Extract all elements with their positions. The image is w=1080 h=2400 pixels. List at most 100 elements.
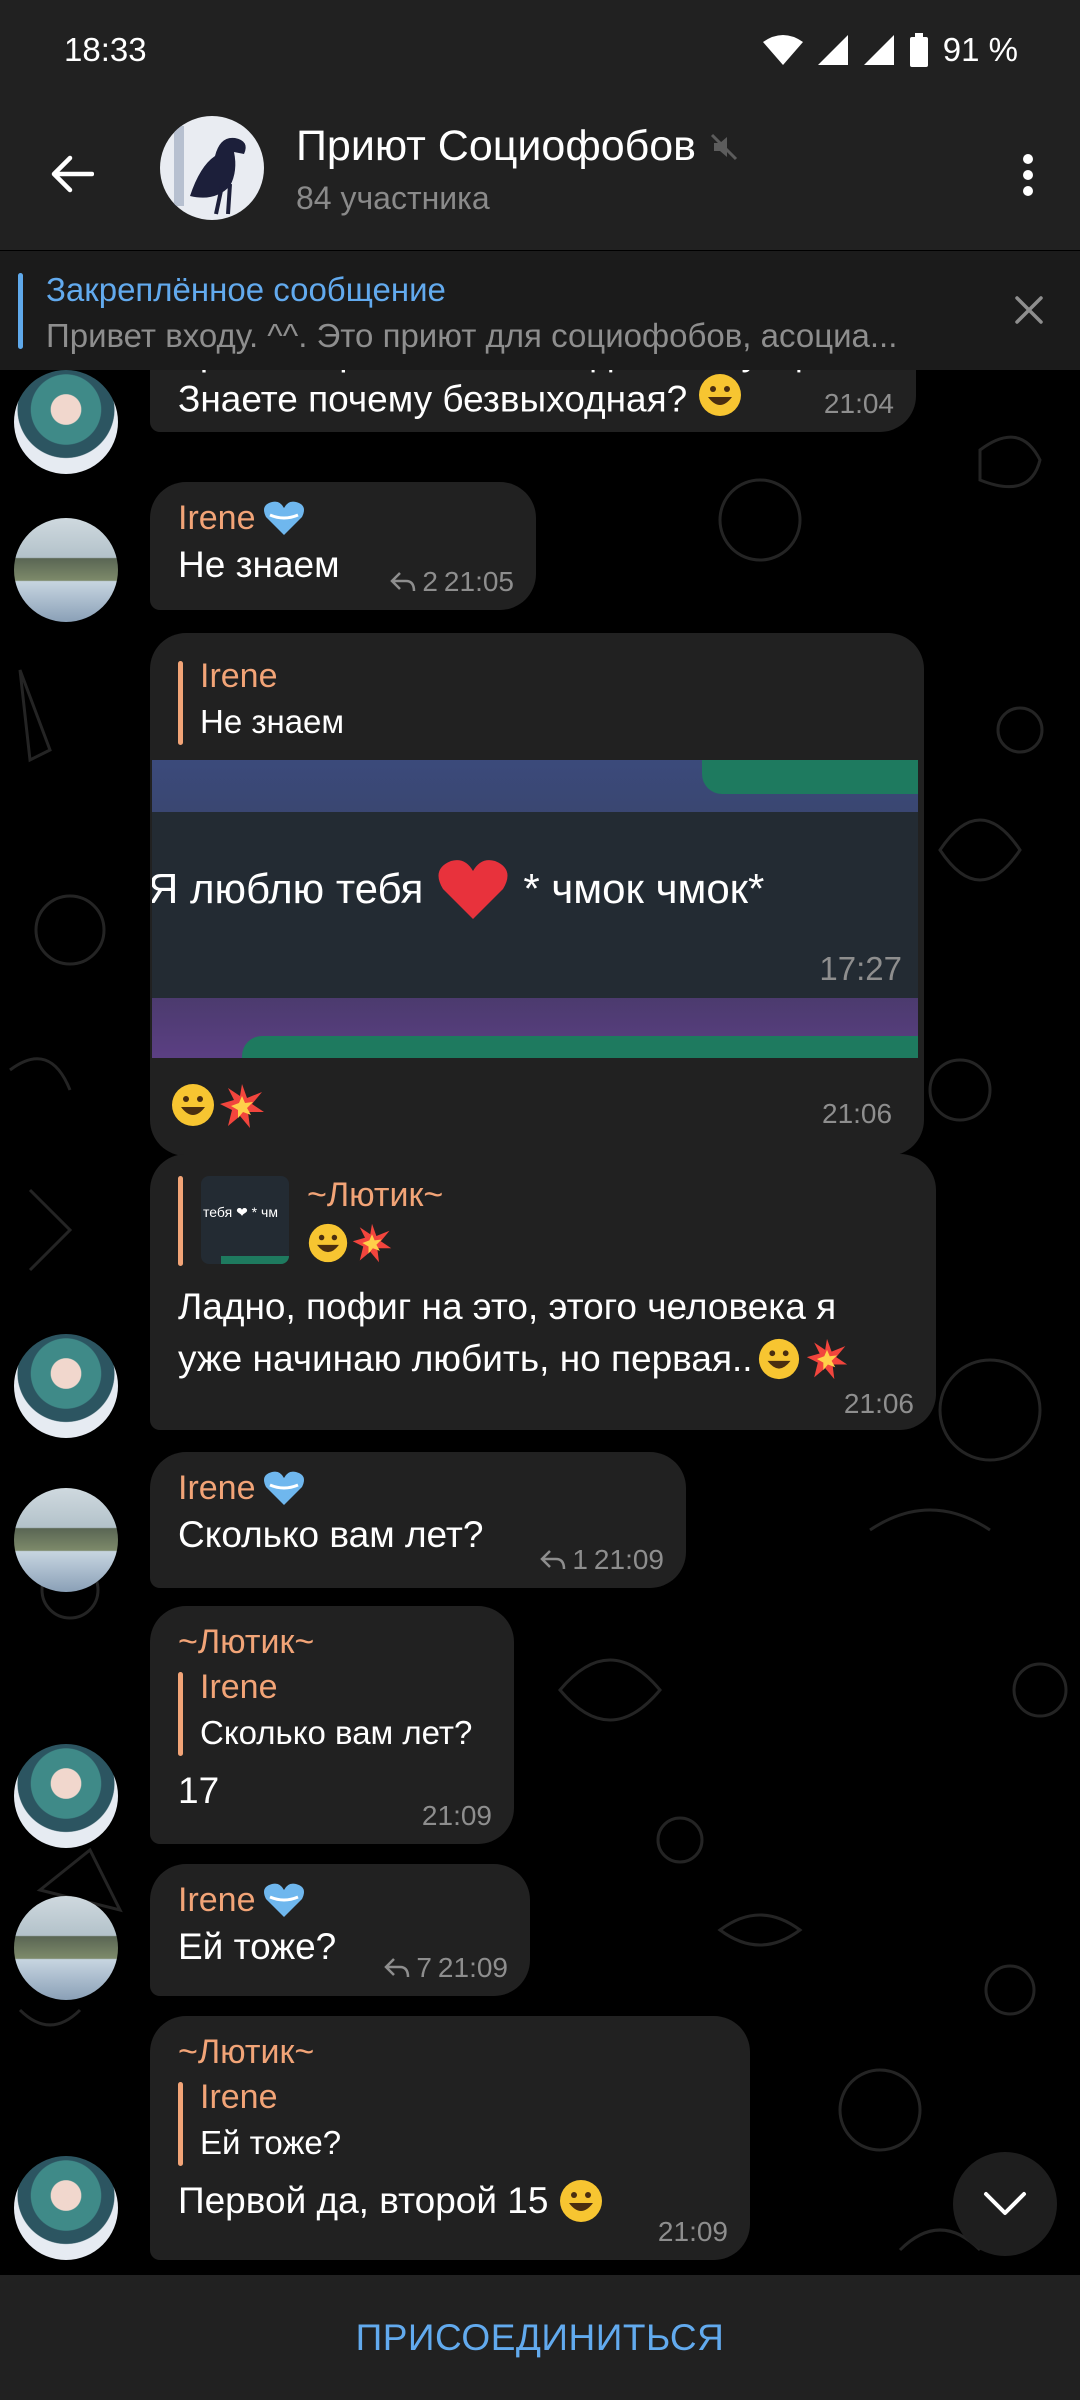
- avatar-lutik[interactable]: [14, 1334, 118, 1438]
- sender-name-text: Irene: [178, 498, 256, 537]
- message-line-1: Ладно, пофиг на это, этого человека я: [178, 1286, 837, 1327]
- image-caption-text-2: * чмок чмок*: [523, 865, 765, 912]
- member-count: 84 участника: [296, 180, 490, 216]
- reply-quote[interactable]: Irene Ей тоже?: [178, 2078, 726, 2170]
- blue-heart-icon: [263, 1471, 304, 1505]
- blue-heart-icon: [263, 501, 304, 535]
- sender-name: Irene: [178, 496, 512, 540]
- image-caption: Я люблю тебя * чмок чмок*: [152, 855, 764, 923]
- reply-quote[interactable]: тебя ❤ * чм ~Лютик~: [178, 1176, 443, 1272]
- scroll-down-button[interactable]: [953, 2152, 1057, 2256]
- message-time: 21:09: [421, 1800, 492, 1831]
- back-button[interactable]: [40, 142, 104, 206]
- smiley-emoji-icon: [758, 1338, 799, 1380]
- reply-bar: [178, 1176, 183, 1266]
- pinned-message[interactable]: Закреплённое сообщение Привет входу. ^^.…: [0, 250, 1080, 370]
- more-vertical-icon: [1023, 154, 1033, 196]
- muted-icon: [710, 133, 738, 160]
- reply-thumbnail-text: тебя ❤ * чм: [203, 1204, 278, 1220]
- avatar-lutik[interactable]: [14, 370, 118, 474]
- chat-area[interactable]: Ура, теперь я в безвыходной ситуации Зна…: [0, 370, 1080, 2275]
- pinned-indicator: [18, 273, 23, 349]
- image-inner-time: 17:27: [819, 950, 902, 987]
- message-bubble-1[interactable]: Ура, теперь я в безвыходной ситуации Зна…: [150, 370, 916, 432]
- reply-arrow-icon: [384, 1958, 410, 1978]
- reply-quote[interactable]: Irene Сколько вам лет?: [178, 1668, 490, 1760]
- status-time: 18:33: [64, 31, 147, 68]
- message-bubble-2[interactable]: Irene Не знаем 2 21:05: [150, 482, 536, 610]
- reply-count: 1: [572, 1544, 588, 1575]
- smiley-emoji-icon: [308, 1223, 348, 1263]
- sender-name-text: Irene: [178, 1880, 256, 1919]
- avatar-lutik[interactable]: [14, 1744, 118, 1848]
- sender-name: ~Лютик~: [178, 1622, 315, 1661]
- group-avatar[interactable]: [160, 116, 264, 220]
- reply-emojis: [307, 1222, 443, 1264]
- signal-icon-2: [863, 35, 894, 65]
- battery-icon: [909, 33, 928, 67]
- avatar-lutik[interactable]: [14, 2156, 118, 2260]
- bird-silhouette-icon: [174, 126, 246, 215]
- collision-emoji-icon: [220, 1084, 264, 1128]
- sender-name: Irene: [178, 1466, 662, 1510]
- message-image[interactable]: Я люблю тебя * чмок чмок* 17:27: [152, 760, 918, 1058]
- sender-name: Irene: [178, 1878, 506, 1922]
- join-label: ПРИСОЕДИНИТЬСЯ: [355, 2316, 725, 2358]
- message-meta: 2 21:05: [390, 566, 514, 598]
- reply-count: 7: [416, 1952, 432, 1983]
- message-bubble-4[interactable]: тебя ❤ * чм ~Лютик~ Ладно, пофиг на это,…: [150, 1154, 936, 1430]
- reply-text: Не знаем: [200, 703, 345, 740]
- status-icons: 91 %: [762, 31, 1018, 69]
- pinned-title: Закреплённое сообщение: [46, 271, 446, 308]
- blue-heart-icon: [263, 1883, 304, 1917]
- message-time: 21:06: [843, 1388, 914, 1419]
- reply-name: Irene: [200, 1668, 278, 1706]
- avatar-irene[interactable]: [14, 1488, 118, 1592]
- message-line-2-text: уже начинаю любить, но первая..: [178, 1338, 753, 1379]
- message-bubble-8[interactable]: ~Лютик~ Irene Ей тоже? Первой да, второй…: [150, 2016, 750, 2260]
- message-time: 21:06: [822, 1098, 893, 1129]
- message-reactions: [170, 1082, 266, 1130]
- message-time: 21:09: [437, 1952, 508, 1983]
- reply-arrow-icon: [390, 572, 416, 592]
- message-time: 21:04: [823, 388, 894, 419]
- signal-icon: [817, 35, 848, 65]
- reply-name: ~Лютик~: [307, 1176, 444, 1214]
- avatar-irene[interactable]: [14, 1896, 118, 2000]
- message-bubble-6[interactable]: ~Лютик~ Irene Сколько вам лет? 17 21:09: [150, 1606, 514, 1844]
- avatar-irene[interactable]: [14, 518, 118, 622]
- chat-header: Приют Социофобов 84 участника: [0, 100, 1080, 250]
- sender-name: ~Лютик~: [178, 2032, 315, 2071]
- reply-arrow-icon: [540, 1550, 566, 1570]
- message-bubble-7[interactable]: Irene Ей тоже? 7 21:09: [150, 1864, 530, 1996]
- group-title[interactable]: Приют Социофобов: [296, 122, 738, 171]
- message-meta: 1 21:09: [540, 1544, 664, 1576]
- message-time: 21:09: [657, 2216, 728, 2247]
- reply-text: Сколько вам лет?: [200, 1714, 473, 1751]
- chevron-down-icon: [984, 2192, 1026, 2215]
- more-menu-button[interactable]: [998, 140, 1058, 210]
- message-text: Знаете почему безвыходная?: [178, 372, 743, 431]
- reply-count: 2: [422, 566, 438, 597]
- close-pinned-button[interactable]: [1004, 285, 1054, 335]
- reply-name: Irene: [200, 2078, 278, 2116]
- thumbnail-green-bar: [221, 1256, 289, 1264]
- message-text-content: Первой да, второй 15: [178, 2180, 549, 2221]
- close-icon: [1015, 296, 1043, 324]
- join-button[interactable]: ПРИСОЕДИНИТЬСЯ: [0, 2275, 1080, 2400]
- wifi-icon: [762, 35, 803, 65]
- reply-text: Ей тоже?: [200, 2124, 342, 2161]
- red-heart-icon: [438, 860, 508, 919]
- reply-name: Irene: [200, 657, 278, 695]
- smiley-emoji-icon: [560, 2180, 603, 2222]
- message-line-2: уже начинаю любить, но первая..: [178, 1334, 849, 1384]
- message-bubble-5[interactable]: Irene Сколько вам лет? 1 21:09: [150, 1452, 686, 1588]
- image-green-bar-top: [702, 760, 918, 794]
- reply-thumbnail: тебя ❤ * чм: [201, 1176, 289, 1264]
- message-text-content: Знаете почему безвыходная?: [178, 378, 688, 420]
- status-bar: 18:33 91 %: [0, 0, 1080, 100]
- battery-percent: 91 %: [942, 31, 1018, 68]
- reply-quote[interactable]: Irene Не знаем: [178, 657, 344, 749]
- message-text: Первой да, второй 15: [178, 2176, 726, 2226]
- smiley-emoji-icon: [697, 372, 743, 431]
